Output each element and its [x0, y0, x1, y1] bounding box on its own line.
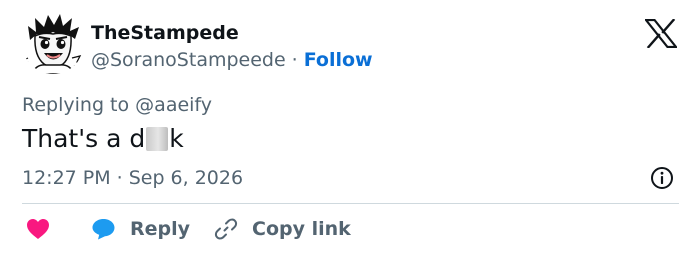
like-button[interactable] [26, 217, 50, 241]
tweet-text: That's a d k [22, 124, 184, 153]
avatar-illustration [22, 12, 84, 74]
info-icon[interactable] [650, 166, 674, 190]
speech-bubble-icon [92, 219, 115, 240]
avatar[interactable] [22, 12, 84, 74]
follow-button[interactable]: Follow [304, 49, 373, 71]
tweet-text-end: k [169, 124, 184, 153]
reply-target-handle[interactable]: @aaeify [135, 94, 212, 116]
link-icon [214, 218, 238, 240]
handle-separator: · [291, 49, 298, 71]
heart-icon [27, 219, 49, 239]
copy-link-button[interactable]: Copy link [214, 217, 351, 241]
reply-prefix: Replying to [22, 94, 130, 116]
reply-context: Replying to @aaeify [22, 94, 212, 116]
tweet-timestamp[interactable]: 12:27 PM · Sep 6, 2026 [22, 167, 243, 189]
tweet-date: Sep 6, 2026 [128, 167, 244, 189]
tweet-text-start: That's a d [22, 124, 146, 153]
reply-label: Reply [130, 218, 191, 240]
censored-blur [146, 126, 169, 151]
copy-link-label: Copy link [252, 218, 351, 240]
x-logo-icon[interactable] [643, 18, 679, 49]
divider [22, 203, 679, 204]
author-name[interactable]: TheStampede [91, 22, 239, 44]
author-handle[interactable]: @SoranoStampeede [91, 49, 286, 71]
timestamp-separator: · [116, 167, 123, 189]
author-handle-row: @SoranoStampeede · Follow [91, 49, 373, 71]
tweet-time: 12:27 PM [22, 167, 111, 189]
reply-button[interactable]: Reply [92, 217, 190, 241]
